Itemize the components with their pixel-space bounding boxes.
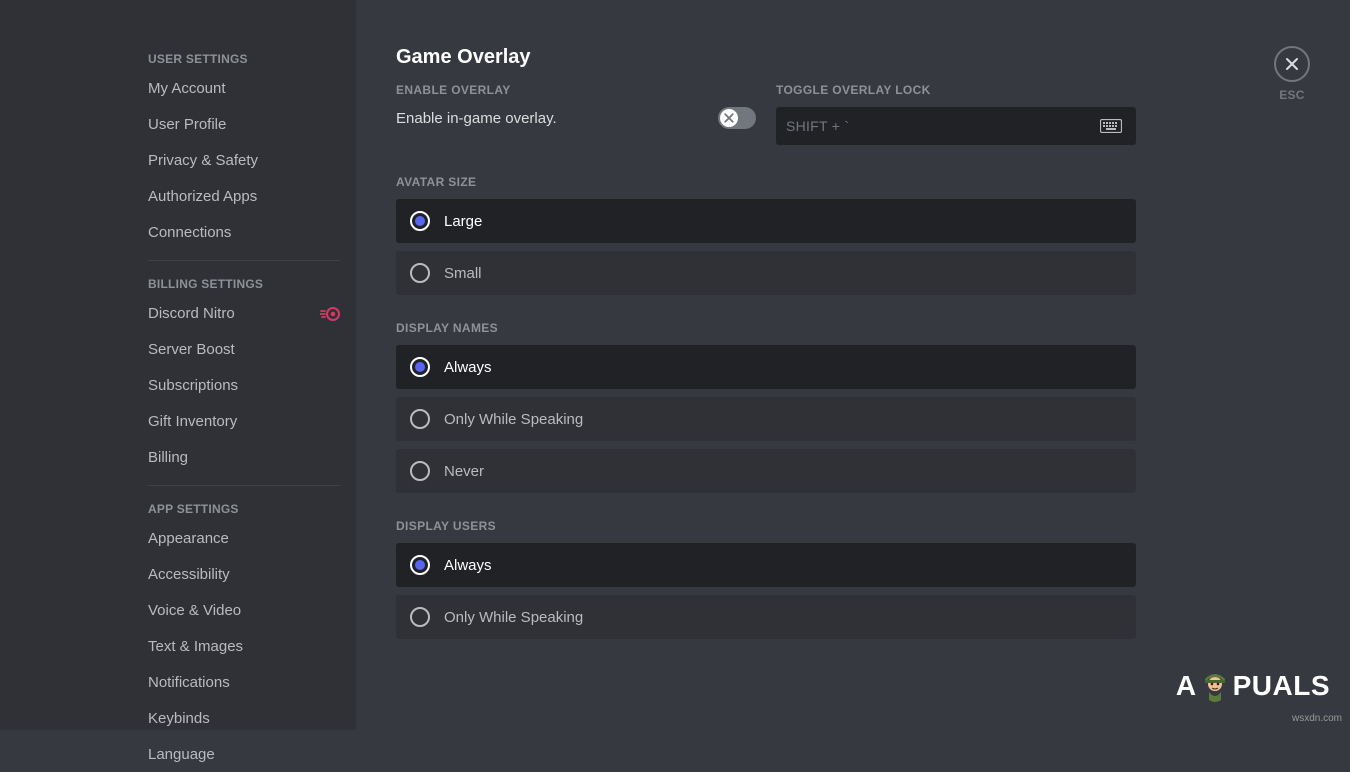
sidebar-item-label: Authorized Apps: [148, 188, 257, 206]
avatar-size-group: AVATAR SIZE Large Small: [396, 175, 1136, 295]
display-names-group: DISPLAY NAMES Always Only While Speaking N…: [396, 321, 1136, 493]
esc-label: ESC: [1279, 88, 1304, 102]
radio-label: Always: [444, 557, 492, 574]
radio-circle: [410, 607, 430, 627]
radio-label: Small: [444, 265, 482, 282]
display-users-label: DISPLAY USERS: [396, 519, 1136, 533]
radio-label: Always: [444, 359, 492, 376]
nitro-icon: [320, 307, 340, 321]
sidebar-item-connections[interactable]: Connections: [138, 216, 350, 250]
page-title: Game Overlay: [396, 46, 1136, 69]
display-names-label: DISPLAY NAMES: [396, 321, 1136, 335]
sidebar-item-keybinds[interactable]: Keybinds: [138, 702, 350, 736]
sidebar-item-privacy-safety[interactable]: Privacy & Safety: [138, 144, 350, 178]
watermark: wsxdn.com: [1292, 713, 1342, 724]
sidebar-section-title: APP SETTINGS: [138, 496, 350, 522]
sidebar-section-title: BILLING SETTINGS: [138, 271, 350, 297]
sidebar-item-label: Gift Inventory: [148, 413, 237, 431]
sidebar-item-text-images[interactable]: Text & Images: [138, 630, 350, 664]
sidebar-item-authorized-apps[interactable]: Authorized Apps: [138, 180, 350, 214]
close-button-wrap: ESC: [1274, 46, 1310, 102]
radio-circle: [410, 409, 430, 429]
sidebar-item-my-account[interactable]: My Account: [138, 72, 350, 106]
close-button[interactable]: [1274, 46, 1310, 82]
radio-label: Only While Speaking: [444, 609, 583, 626]
radio-label: Only While Speaking: [444, 411, 583, 428]
sidebar-item-label: Notifications: [148, 674, 230, 692]
sidebar-item-label: Keybinds: [148, 710, 210, 728]
display-users-option[interactable]: Always: [396, 543, 1136, 587]
radio-label: Large: [444, 213, 482, 230]
enable-overlay-toggle[interactable]: [718, 107, 756, 129]
close-icon: [723, 112, 735, 124]
sidebar-item-language[interactable]: Language: [138, 738, 350, 772]
display-names-option[interactable]: Never: [396, 449, 1136, 493]
sidebar-item-discord-nitro[interactable]: Discord Nitro: [138, 297, 350, 331]
radio-circle: [410, 357, 430, 377]
sidebar-item-label: User Profile: [148, 116, 226, 134]
sidebar-item-appearance[interactable]: Appearance: [138, 522, 350, 556]
display-users-option[interactable]: Only While Speaking: [396, 595, 1136, 639]
display-names-option[interactable]: Only While Speaking: [396, 397, 1136, 441]
sidebar-divider: [148, 260, 340, 261]
radio-dot: [415, 362, 425, 372]
radio-circle: [410, 555, 430, 575]
radio-circle: [410, 461, 430, 481]
sidebar-item-label: Connections: [148, 224, 231, 242]
sidebar-item-accessibility[interactable]: Accessibility: [138, 558, 350, 592]
sidebar-item-label: Privacy & Safety: [148, 152, 258, 170]
sidebar-item-user-profile[interactable]: User Profile: [138, 108, 350, 142]
toggle-knob: [720, 109, 738, 127]
sidebar-item-label: My Account: [148, 80, 226, 98]
radio-dot: [415, 216, 425, 226]
settings-sidebar: USER SETTINGS My Account User Profile Priva…: [0, 0, 356, 730]
sidebar-item-label: Subscriptions: [148, 377, 238, 395]
sidebar-item-label: Discord Nitro: [148, 305, 235, 323]
avatar-size-label: AVATAR SIZE: [396, 175, 1136, 189]
sidebar-item-server-boost[interactable]: Server Boost: [138, 333, 350, 367]
sidebar-section-title: USER SETTINGS: [138, 46, 350, 72]
keybind-input[interactable]: SHIFT + `: [776, 107, 1136, 145]
toggle-overlay-lock-label: TOGGLE OVERLAY LOCK: [776, 83, 1136, 97]
radio-dot: [415, 560, 425, 570]
sidebar-item-notifications[interactable]: Notifications: [138, 666, 350, 700]
display-users-group: DISPLAY USERS Always Only While Speaking: [396, 519, 1136, 639]
sidebar-item-label: Text & Images: [148, 638, 243, 656]
close-icon: [1284, 56, 1300, 72]
sidebar-item-subscriptions[interactable]: Subscriptions: [138, 369, 350, 403]
enable-overlay-label: ENABLE OVERLAY: [396, 83, 756, 97]
radio-circle: [410, 263, 430, 283]
sidebar-item-gift-inventory[interactable]: Gift Inventory: [138, 405, 350, 439]
sidebar-item-label: Appearance: [148, 530, 229, 548]
sidebar-item-label: Billing: [148, 449, 188, 467]
sidebar-divider: [148, 485, 340, 486]
sidebar-item-label: Voice & Video: [148, 602, 241, 620]
sidebar-item-label: Accessibility: [148, 566, 230, 584]
sidebar-item-label: Server Boost: [148, 341, 235, 359]
sidebar-item-billing[interactable]: Billing: [138, 441, 350, 475]
enable-overlay-text: Enable in-game overlay.: [396, 110, 557, 127]
sidebar-item-label: Language: [148, 746, 215, 764]
radio-label: Never: [444, 463, 484, 480]
radio-circle: [410, 211, 430, 231]
avatar-size-option[interactable]: Large: [396, 199, 1136, 243]
keyboard-icon: [1096, 115, 1126, 137]
avatar-size-option[interactable]: Small: [396, 251, 1136, 295]
settings-content: Game Overlay ENABLE OVERLAY Enable in-ga…: [356, 0, 1350, 730]
sidebar-item-voice-video[interactable]: Voice & Video: [138, 594, 350, 628]
display-names-option[interactable]: Always: [396, 345, 1136, 389]
keybind-value: SHIFT + `: [786, 118, 849, 134]
